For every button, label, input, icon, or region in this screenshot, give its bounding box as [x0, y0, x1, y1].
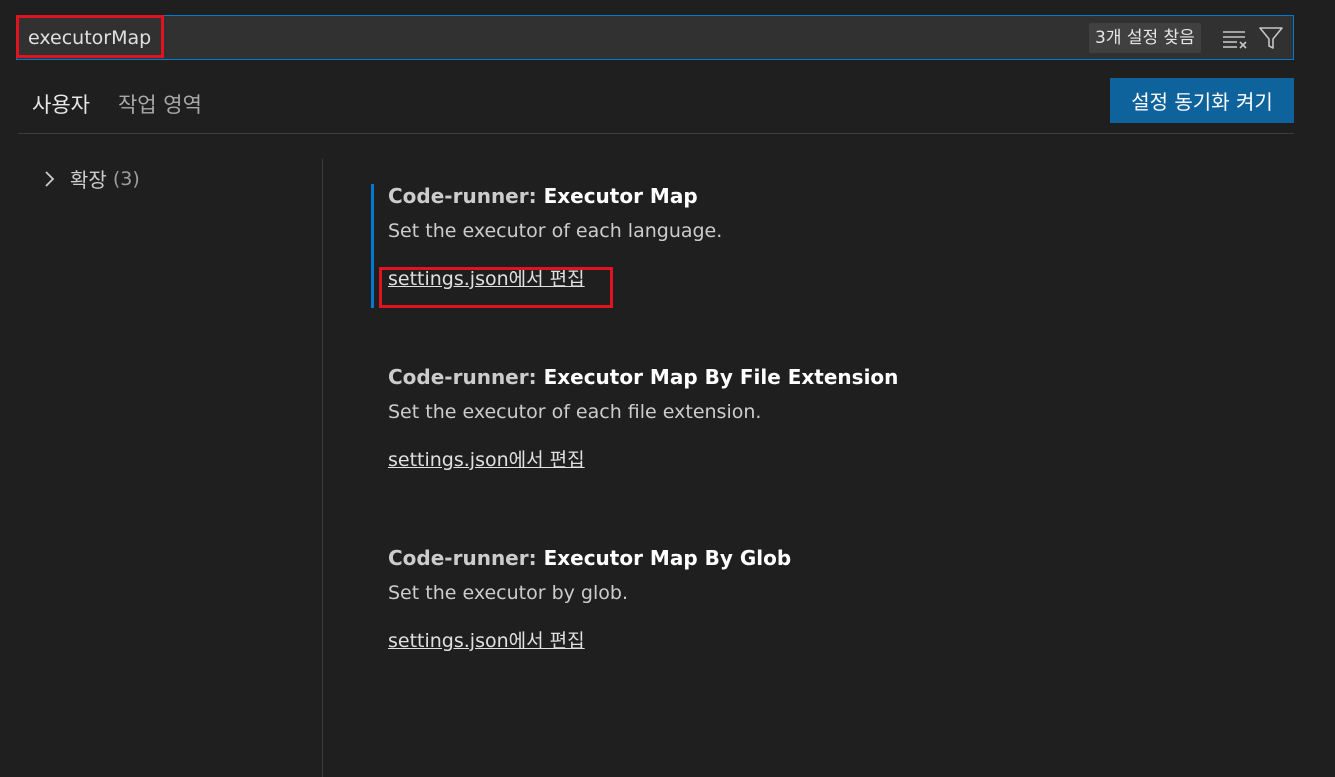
setting-name: Executor Map By File Extension — [543, 365, 899, 389]
setting-category: Code-runner: — [388, 365, 544, 389]
edit-in-settings-json-link[interactable]: settings.json에서 편집 — [388, 626, 585, 653]
toc-divider — [322, 159, 323, 777]
settings-sync-button[interactable]: 설정 동기화 켜기 — [1110, 78, 1294, 123]
setting-item-executor-map: Code-runner: Executor Map Set the execut… — [388, 184, 1268, 291]
tab-user[interactable]: 사용자 — [18, 82, 104, 134]
toc-item-count: (3) — [112, 167, 140, 190]
setting-description: Set the executor of each file extension. — [388, 401, 762, 423]
setting-category: Code-runner: — [388, 184, 544, 208]
setting-name: Executor Map By Glob — [543, 546, 792, 570]
toc-item-label: 확장 — [70, 168, 107, 192]
clear-filter-icon[interactable] — [1221, 24, 1249, 52]
setting-title: Code-runner: Executor Map By File Extens… — [388, 365, 1268, 389]
edit-in-settings-json-link[interactable]: settings.json에서 편집 — [388, 445, 585, 472]
setting-description: Set the executor by glob. — [388, 582, 628, 604]
result-count-badge: 3개 설정 찾음 — [1089, 23, 1201, 53]
setting-item-executor-map-by-glob: Code-runner: Executor Map By Glob Set th… — [388, 546, 1268, 653]
focused-setting-indicator — [371, 184, 374, 308]
search-input[interactable] — [17, 16, 1077, 59]
filter-icon[interactable] — [1257, 24, 1285, 52]
settings-search-bar: 3개 설정 찾음 — [16, 15, 1294, 60]
setting-name: Executor Map — [543, 184, 698, 208]
setting-title: Code-runner: Executor Map By Glob — [388, 546, 1268, 570]
setting-category: Code-runner: — [388, 546, 544, 570]
setting-title: Code-runner: Executor Map — [388, 184, 1268, 208]
settings-scope-tabs: 사용자 작업 영역 — [18, 82, 216, 134]
tab-workspace[interactable]: 작업 영역 — [104, 82, 216, 134]
setting-item-executor-map-by-file-extension: Code-runner: Executor Map By File Extens… — [388, 365, 1268, 472]
chevron-right-icon — [40, 167, 60, 191]
setting-description: Set the executor of each language. — [388, 220, 723, 242]
tabs-divider — [18, 133, 1294, 134]
toc-item-extensions[interactable]: 확장 (3) — [40, 164, 140, 193]
edit-in-settings-json-link[interactable]: settings.json에서 편집 — [388, 264, 585, 291]
